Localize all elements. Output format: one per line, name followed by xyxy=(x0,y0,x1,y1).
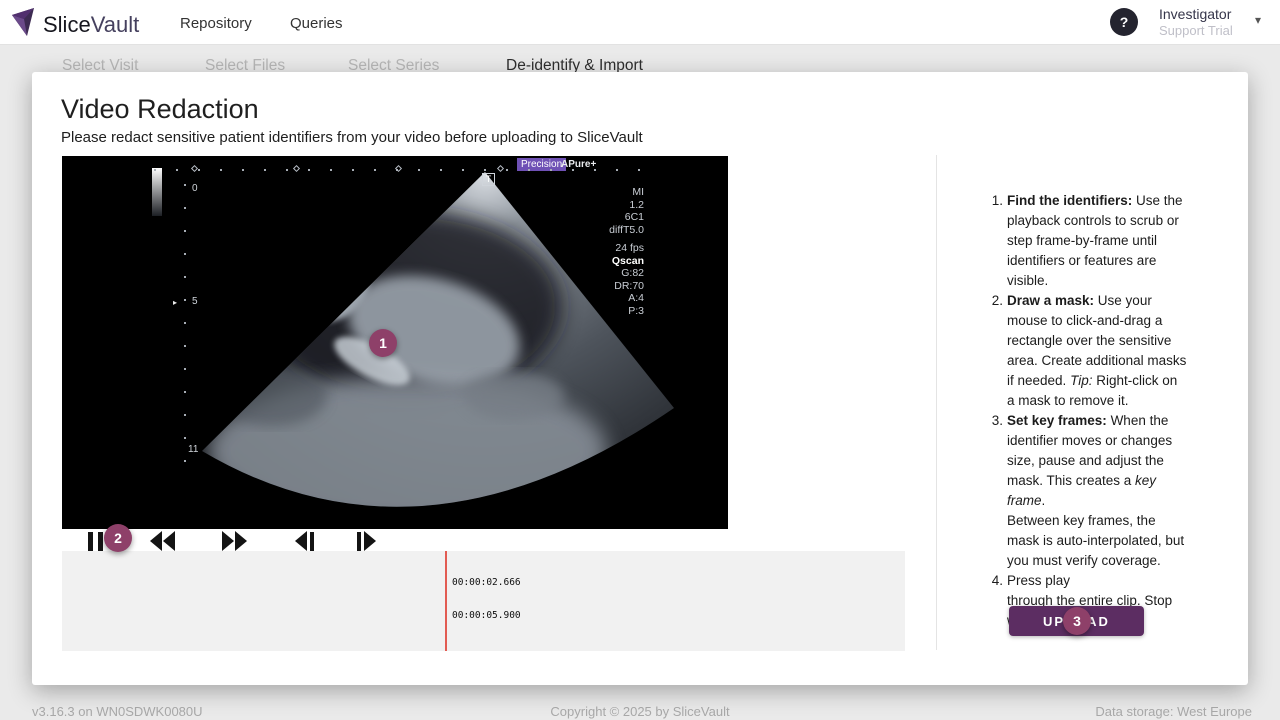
us-parameter-stack: MI 1.2 6C1 diffT5.0 24 fps Qscan G:82 DR… xyxy=(609,186,644,317)
video-redaction-dialog: Video Redaction Please redact sensitive … xyxy=(32,72,1248,685)
instruction-step-2: 2. Draw a mask: Use your mouse to click-… xyxy=(985,291,1199,411)
step-back-frame-button[interactable] xyxy=(295,531,314,551)
instruction-text: Find the identifiers: Use the playback c… xyxy=(1007,191,1188,291)
instruction-text: Set key frames: When the identifier move… xyxy=(1007,411,1188,571)
nav-item-repository[interactable]: Repository xyxy=(180,15,252,32)
coach-mark-1[interactable]: 1 xyxy=(369,329,397,357)
timeline-scrubber[interactable]: 00:00:02.666 00:00:05.900 xyxy=(62,551,905,651)
fast-forward-icon xyxy=(222,531,234,551)
rewind-icon xyxy=(150,531,162,551)
instructions-panel: 1. Find the identifiers: Use the playbac… xyxy=(985,191,1199,666)
us-orientation-marker: T xyxy=(482,173,495,186)
us-depth-mark-5: 5 xyxy=(192,296,198,307)
fast-forward-button[interactable] xyxy=(222,531,247,551)
step-back-icon xyxy=(295,531,307,551)
nav-item-queries[interactable]: Queries xyxy=(290,15,343,32)
total-time: 00:00:05.900 xyxy=(452,610,521,621)
coach-mark-2[interactable]: 2 xyxy=(104,524,132,552)
current-time: 00:00:02.666 xyxy=(452,577,521,588)
us-depth-mark-0: 0 xyxy=(192,183,198,194)
top-nav-bar: SliceVault Repository Queries ? Investig… xyxy=(0,0,1280,45)
us-scale-dots-horizontal xyxy=(154,169,654,171)
user-name: Investigator xyxy=(1159,6,1233,22)
user-menu[interactable]: Investigator Support Trial xyxy=(1159,6,1233,38)
pause-button[interactable] xyxy=(88,531,103,551)
brand-name: SliceVault xyxy=(43,12,139,38)
us-depth-mark-11: 11 xyxy=(188,444,198,455)
playhead[interactable] xyxy=(445,551,447,651)
user-plan: Support Trial xyxy=(1159,23,1233,38)
rewind-button[interactable] xyxy=(150,531,175,551)
footer-data-storage: Data storage: West Europe xyxy=(1095,704,1252,719)
step-forward-icon xyxy=(357,532,361,551)
dialog-subtitle: Please redact sensitive patient identifi… xyxy=(61,129,643,146)
coach-mark-3[interactable]: 3 xyxy=(1063,607,1091,635)
pause-icon xyxy=(88,532,93,551)
footer-copyright: Copyright © 2025 by SliceVault xyxy=(0,704,1280,719)
timecode-display: 00:00:02.666 00:00:05.900 xyxy=(452,555,521,643)
panel-divider xyxy=(936,155,937,650)
instruction-step-1: 1. Find the identifiers: Use the playbac… xyxy=(985,191,1199,291)
video-mask-canvas[interactable]: Precision APure+ T MI 1.2 6C1 diffT5.0 2… xyxy=(62,156,728,529)
us-focus-arrow-icon: ▸ xyxy=(173,298,177,307)
dialog-title: Video Redaction xyxy=(61,94,259,125)
instruction-number: 1. xyxy=(985,191,1003,291)
instruction-number: 3. xyxy=(985,411,1003,571)
slicevault-logo[interactable]: SliceVault xyxy=(10,6,139,43)
slicevault-logo-icon xyxy=(10,6,36,43)
instruction-number: 2. xyxy=(985,291,1003,411)
instruction-number: 4. xyxy=(985,571,1003,631)
step-forward-frame-button[interactable] xyxy=(357,531,376,551)
help-icon[interactable]: ? xyxy=(1110,8,1138,36)
instruction-step-3: 3. Set key frames: When the identifier m… xyxy=(985,411,1199,571)
instruction-text: Draw a mask: Use your mouse to click-and… xyxy=(1007,291,1188,411)
us-scale-dots-vertical xyxy=(184,184,186,474)
chevron-down-icon[interactable]: ▾ xyxy=(1255,13,1261,27)
us-grayscale-bar xyxy=(152,168,162,216)
